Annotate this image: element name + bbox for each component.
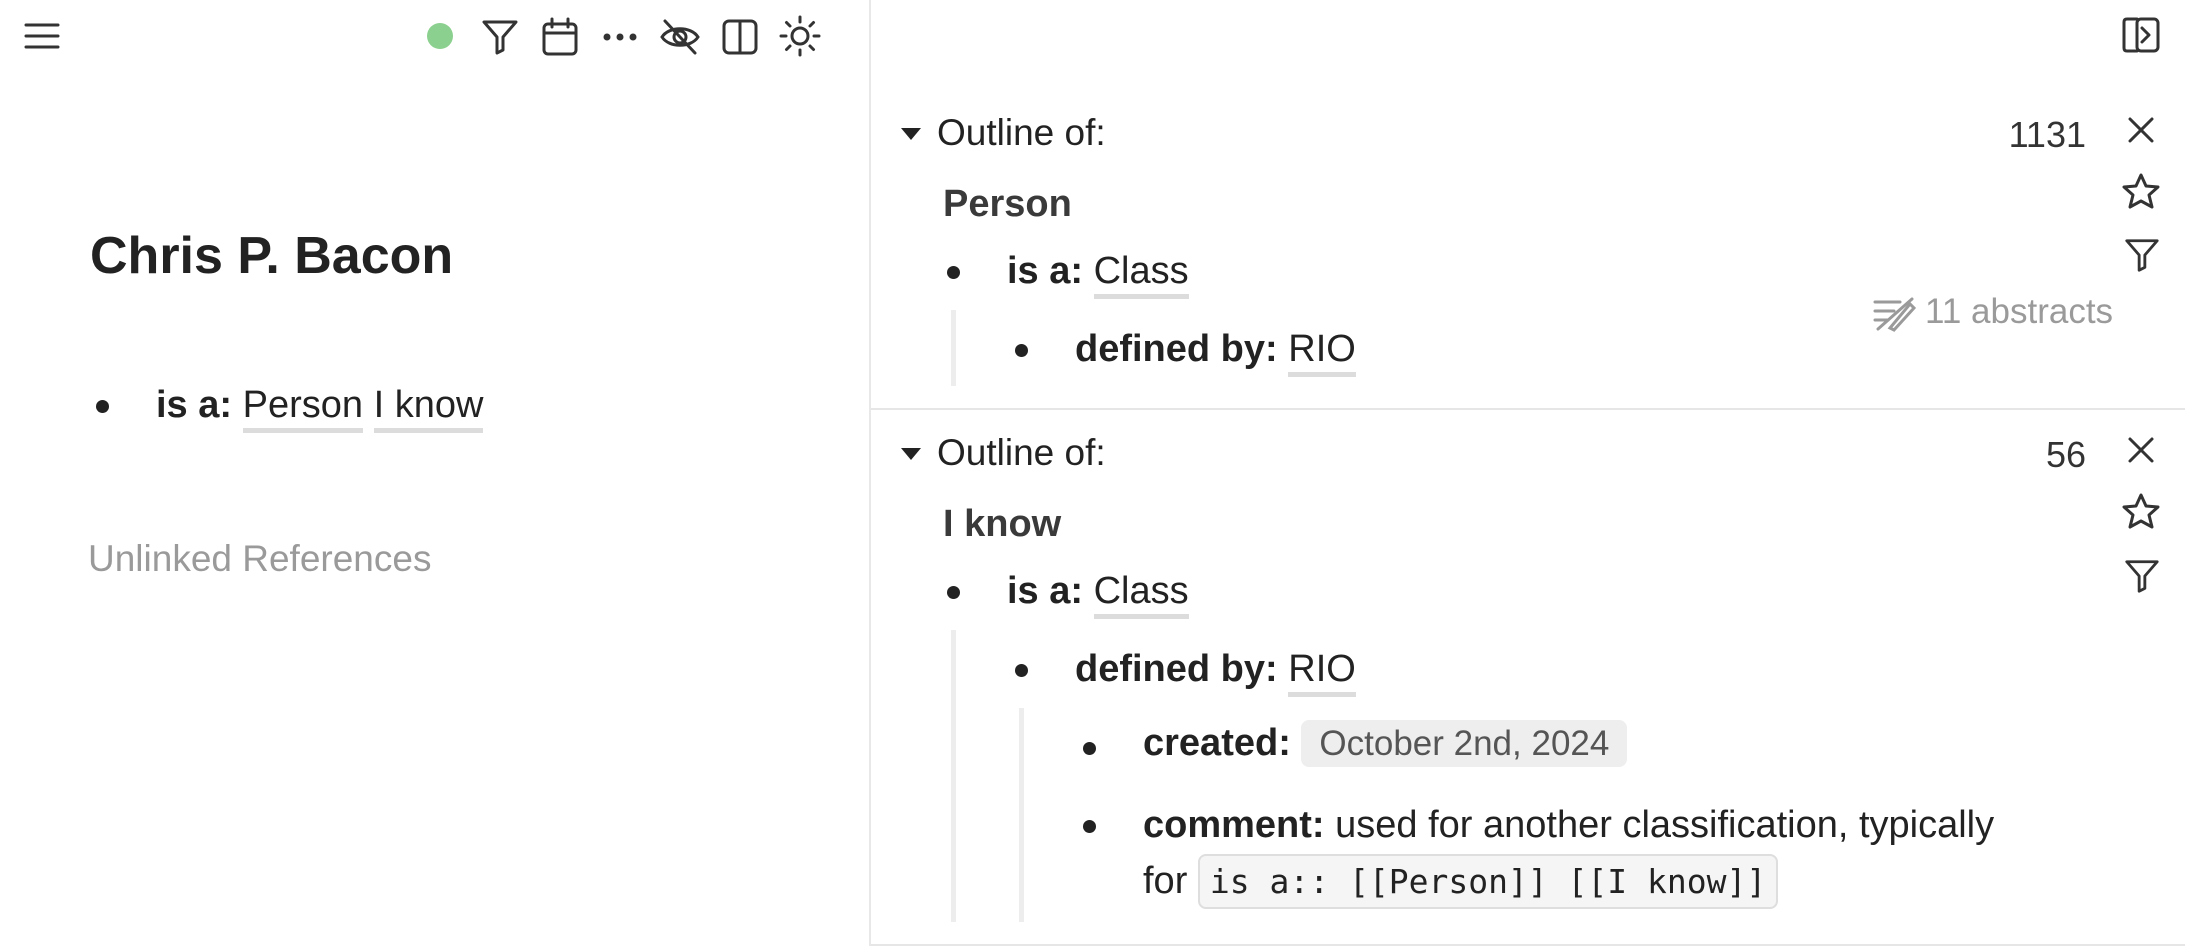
bullet[interactable] bbox=[947, 586, 960, 599]
bullet[interactable] bbox=[96, 400, 109, 413]
property-row[interactable]: created: October 2nd, 2024 bbox=[1143, 720, 1628, 767]
comment-continuation[interactable]: for is a:: [[Person]] [[I know]] bbox=[1143, 854, 1779, 909]
close-icon[interactable] bbox=[2123, 432, 2159, 468]
ref-i-know[interactable]: I know bbox=[373, 384, 484, 433]
property-row[interactable]: defined by: RIO bbox=[1075, 328, 1356, 377]
sync-status-indicator bbox=[425, 21, 455, 51]
property-row[interactable]: is a: Class bbox=[1007, 250, 1189, 299]
bullet[interactable] bbox=[1015, 664, 1028, 677]
abstracts-icon bbox=[1871, 294, 1917, 334]
indent-guide bbox=[951, 310, 956, 386]
panel-heading[interactable]: Outline of: bbox=[937, 432, 1106, 474]
property-row[interactable]: comment: used for another classification… bbox=[1143, 804, 1994, 847]
eye-off-icon[interactable] bbox=[658, 16, 702, 58]
more-icon[interactable] bbox=[598, 16, 642, 58]
inline-code: is a:: [[Person]] [[I know]] bbox=[1197, 854, 1779, 909]
indent-guide bbox=[951, 630, 956, 922]
property-key: is a: bbox=[156, 384, 233, 426]
property-key: defined by: bbox=[1075, 648, 1278, 690]
bullet[interactable] bbox=[947, 266, 960, 279]
main-pane: Chris P. Bacon is a: Person I know Unlin… bbox=[0, 0, 871, 946]
star-icon[interactable] bbox=[2119, 490, 2163, 534]
indent-guide bbox=[1019, 708, 1024, 922]
property-key: is a: bbox=[1007, 570, 1084, 612]
property-key: is a: bbox=[1007, 250, 1084, 292]
filter-icon[interactable] bbox=[2121, 555, 2163, 597]
property-row[interactable]: defined by: RIO bbox=[1075, 648, 1356, 697]
filter-icon[interactable] bbox=[2121, 234, 2163, 276]
menu-icon[interactable] bbox=[20, 16, 64, 56]
abstracts-toggle[interactable]: 11 abstracts bbox=[1871, 292, 2113, 334]
bullet[interactable] bbox=[1015, 344, 1028, 357]
unlinked-references-label[interactable]: Unlinked References bbox=[88, 538, 431, 580]
panel-page-title[interactable]: Person bbox=[943, 183, 1072, 226]
panel-count: 56 bbox=[2045, 434, 2086, 475]
comment-text-cont: for bbox=[1143, 860, 1188, 902]
panel-count: 1131 bbox=[2008, 114, 2086, 155]
close-icon[interactable] bbox=[2123, 112, 2159, 148]
calendar-icon[interactable] bbox=[538, 16, 582, 58]
ref-class[interactable]: Class bbox=[1093, 570, 1189, 619]
panel-heading[interactable]: Outline of: bbox=[937, 112, 1106, 154]
collapse-triangle-icon[interactable] bbox=[897, 442, 925, 466]
ref-rio[interactable]: RIO bbox=[1288, 648, 1356, 697]
date-link[interactable]: October 2nd, 2024 bbox=[1301, 720, 1628, 767]
panel-page-title[interactable]: I know bbox=[943, 503, 1061, 546]
property-key: created: bbox=[1143, 722, 1291, 764]
property-row[interactable]: is a: Person I know bbox=[156, 384, 484, 433]
bullet[interactable] bbox=[1083, 820, 1096, 833]
filter-icon[interactable] bbox=[478, 16, 522, 58]
comment-text: used for another classification, typical… bbox=[1335, 804, 1995, 846]
right-sidebar: Outline of: 1131 Person is a: Class defi… bbox=[871, 0, 2185, 946]
star-icon[interactable] bbox=[2119, 170, 2163, 214]
bullet[interactable] bbox=[1083, 742, 1096, 755]
collapse-triangle-icon[interactable] bbox=[897, 122, 925, 146]
ref-person[interactable]: Person bbox=[242, 384, 364, 433]
close-sidebar-icon[interactable] bbox=[2117, 12, 2165, 58]
property-key: defined by: bbox=[1075, 328, 1278, 370]
ref-rio[interactable]: RIO bbox=[1288, 328, 1356, 377]
split-view-icon[interactable] bbox=[718, 16, 762, 58]
sun-icon[interactable] bbox=[778, 14, 822, 58]
panel-divider bbox=[871, 408, 2185, 410]
property-key: comment: bbox=[1143, 804, 1325, 846]
ref-class[interactable]: Class bbox=[1093, 250, 1189, 299]
page-title[interactable]: Chris P. Bacon bbox=[90, 226, 453, 286]
abstracts-label: 11 abstracts bbox=[1925, 292, 2114, 331]
property-row[interactable]: is a: Class bbox=[1007, 570, 1189, 619]
